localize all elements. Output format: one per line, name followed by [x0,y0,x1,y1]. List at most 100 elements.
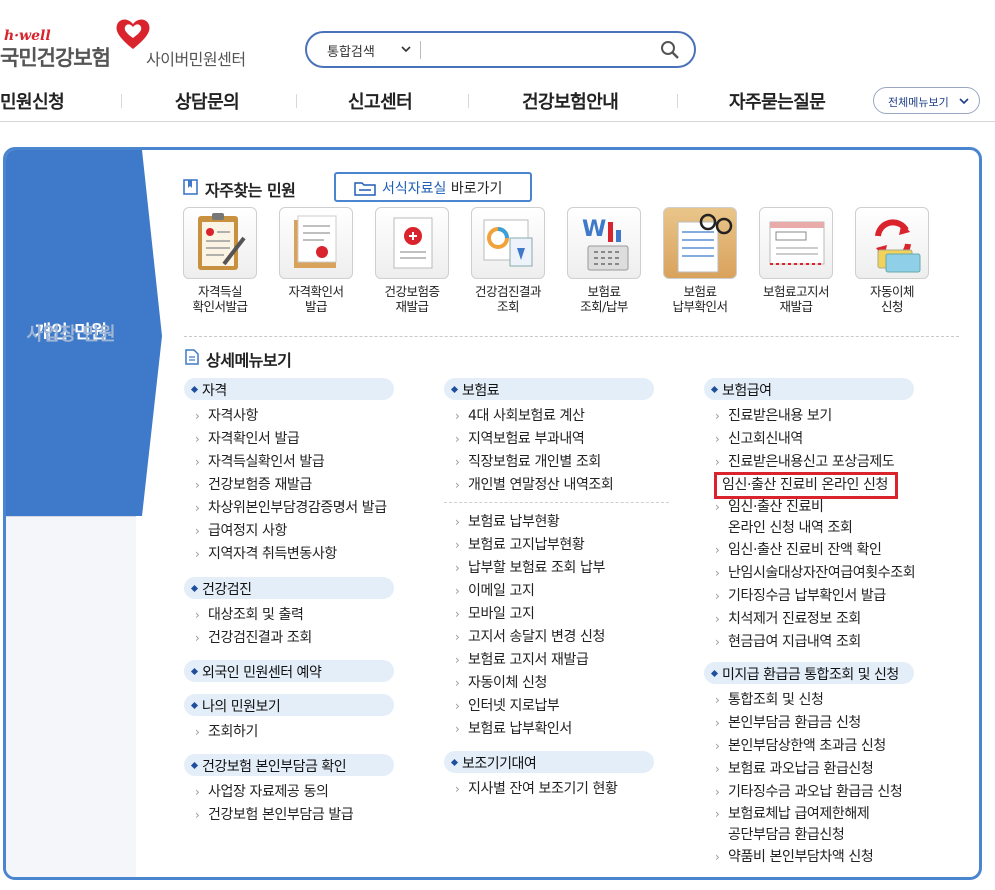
menu-link[interactable]: 진료받은내용신고 포상금제도 [704,451,915,474]
chevron-down-icon[interactable] [401,44,411,54]
quick-item[interactable]: 보험료고지서 재발급 [759,207,833,314]
all-menu-button[interactable]: 전체메뉴보기 [873,87,980,114]
quick-item-line1: 자격득실 [197,284,243,299]
menu-link[interactable]: 차상위본인부담경감증명서 발급 [184,497,394,520]
menu-link[interactable]: 보험료 과오납금 환급신청 [704,758,915,781]
search-icon[interactable] [659,39,681,61]
menu-link[interactable]: 기타징수금 납부확인서 발급 [704,585,915,608]
category-health-checkup[interactable]: 건강검진 [184,577,394,599]
menu-link[interactable]: 건강보험 본인부담금 발급 [184,804,394,827]
quick-item-line1: 건강검진결과 [474,284,542,299]
nav-separator [468,94,469,108]
menu-link[interactable]: 기타징수금 과오납 환급금 신청 [704,781,915,804]
quick-item[interactable]: 건강보험증 재발급 [375,207,449,314]
bill-icon [759,207,833,279]
quick-item-line1: 자격확인서 [288,284,344,299]
quick-item-line1: 보험료 [587,284,621,299]
menu-link[interactable]: 사업장 자료제공 동의 [184,781,394,804]
menu-link[interactable]: 자격확인서 발급 [184,428,394,451]
menu-link[interactable]: 임신·출산 진료비 온라인 신청 내역 조회 [704,497,915,539]
menu-link[interactable]: 신고회신내역 [704,428,915,451]
quick-title: 자주찾는 민원 [183,177,296,201]
detail-title: 상세메뉴보기 [185,347,292,371]
nav-item-civil-request[interactable]: 민원신청 [0,88,65,114]
nav-separator [296,94,297,108]
section-divider [184,336,959,337]
category-copayment-check[interactable]: 건강보험 본인부담금 확인 [184,754,394,776]
nav-item-faq[interactable]: 자주묻는질문 [729,88,826,114]
menu-link[interactable]: 모바일 고지 [444,603,669,626]
quick-item-line2: 조회/납부 [580,299,628,314]
quick-item-line2: 확인서발급 [192,299,248,314]
menu-link[interactable]: 자동이체 신청 [444,672,669,695]
menu-link[interactable]: 건강보험증 재발급 [184,474,394,497]
nav-item-insurance-guide[interactable]: 건강보험안내 [522,88,619,114]
category-qualification[interactable]: 자격 [184,378,394,400]
quick-item-line2: 납부확인서 [672,299,728,314]
menu-link[interactable]: 자격득실확인서 발급 [184,451,394,474]
menu-link[interactable]: 통합조회 및 신청 [704,689,915,712]
logo-brand: 국민건강보험 [0,46,111,70]
quick-item[interactable]: 자격확인서 발급 [279,207,353,314]
forms-library-label: 서식자료실 [382,181,447,197]
quick-item[interactable]: 건강검진결과 조회 [471,207,545,314]
menu-link[interactable]: 직장보험료 개인별 조회 [444,451,669,474]
chevron-down-icon [959,98,969,105]
menu-link[interactable]: 보험료체납 급여제한해제 공단부담금 환급신청 [704,804,915,846]
category-my-requests[interactable]: 나의 민원보기 [184,694,394,716]
category-assistive-device[interactable]: 보조기기대여 [444,751,654,773]
menu-link[interactable]: 조회하기 [184,721,394,744]
menu-link[interactable]: 보험료 고지서 재발급 [444,649,669,672]
quick-item[interactable]: 자동이체 신청 [855,207,929,314]
menu-link[interactable]: 보험료 납부현황 [444,511,669,534]
menu-link[interactable]: 지역자격 취득변동사항 [184,543,394,566]
menu-link[interactable]: 급여정지 사항 [184,520,394,543]
menu-link[interactable]: 임신·출산 진료비 잔액 확인 [704,539,915,562]
document-icon [185,349,199,365]
site-logo[interactable]: h·well 국민건강보험 사이버민원센터 [0,19,300,76]
menu-link[interactable]: 납부할 보험료 조회 납부 [444,557,669,580]
forms-library-button[interactable]: 서식자료실 바로가기 [334,172,532,202]
menu-link[interactable]: 대상조회 및 출력 [184,604,394,627]
side-tabs: 개인 민원 사업장 민원 [6,150,136,877]
menu-link[interactable]: 지역보험료 부과내역 [444,428,669,451]
quick-item[interactable]: 자격득실 확인서발급 [183,207,257,314]
menu-link[interactable]: 이메일 고지 [444,580,669,603]
search-input[interactable] [425,38,645,62]
clipboard-icon [183,207,257,279]
nav-item-report[interactable]: 신고센터 [348,88,413,114]
menu-link[interactable]: 현금급여 지급내역 조회 [704,631,915,654]
quick-item[interactable]: W 보험료 조회/납부 [567,207,641,314]
quick-item-line1: 보험료 [683,284,717,299]
quick-item-line1: 보험료고지서 [762,284,830,299]
pregnancy-online-apply-link[interactable]: 임신·출산 진료비 온라인 신청 [714,472,898,499]
menu-link[interactable]: 난임시술대상자잔여급여횟수조회 [704,562,916,585]
menu-link[interactable]: 자격사항 [184,405,394,428]
menu-link[interactable]: 개인별 연말정산 내역조회 [444,474,669,497]
category-foreigner-reservation[interactable]: 외국인 민원센터 예약 [184,660,394,682]
menu-link[interactable]: 본인부담금 환급금 신청 [704,712,915,735]
menu-link[interactable]: 진료받은내용 보기 [704,405,915,428]
tab-business[interactable] [6,516,136,877]
category-premium[interactable]: 보험료 [444,378,654,400]
menu-link[interactable]: 치석제거 진료정보 조회 [704,608,915,631]
menu-link[interactable]: 보험료 납부확인서 [444,718,669,741]
nav-item-consult[interactable]: 상담문의 [175,88,240,114]
menu-link[interactable]: 본인부담상한액 초과금 신청 [704,735,915,758]
menu-link[interactable]: 지사별 잔여 보조기기 현황 [444,778,669,801]
menu-link[interactable]: 보험료 고지납부현황 [444,534,669,557]
menu-link-line2: 온라인 신청 내역 조회 [728,520,853,536]
menu-link[interactable]: 건강검진결과 조회 [184,627,394,650]
menu-link-line2: 공단부담금 환급신청 [728,827,845,843]
menu-link[interactable]: 인터넷 지로납부 [444,695,669,718]
category-unpaid-refund[interactable]: 미지급 환급금 통합조회 및 신청 [704,662,914,684]
quick-item[interactable]: 보험료 납부확인서 [663,207,737,314]
menu-link[interactable]: 4대 사회보험료 계산 [444,405,669,428]
menu-link[interactable]: 고지서 송달지 변경 신청 [444,626,669,649]
menu-link[interactable]: 약품비 본인부담차액 신청 [704,846,915,869]
svg-text:W: W [582,217,606,242]
search-bar: 통합검색 [305,31,696,68]
search-scope-select[interactable]: 통합검색 [327,41,375,60]
quick-item-line2: 조회 [496,299,520,314]
category-benefits[interactable]: 보험급여 [704,378,914,400]
